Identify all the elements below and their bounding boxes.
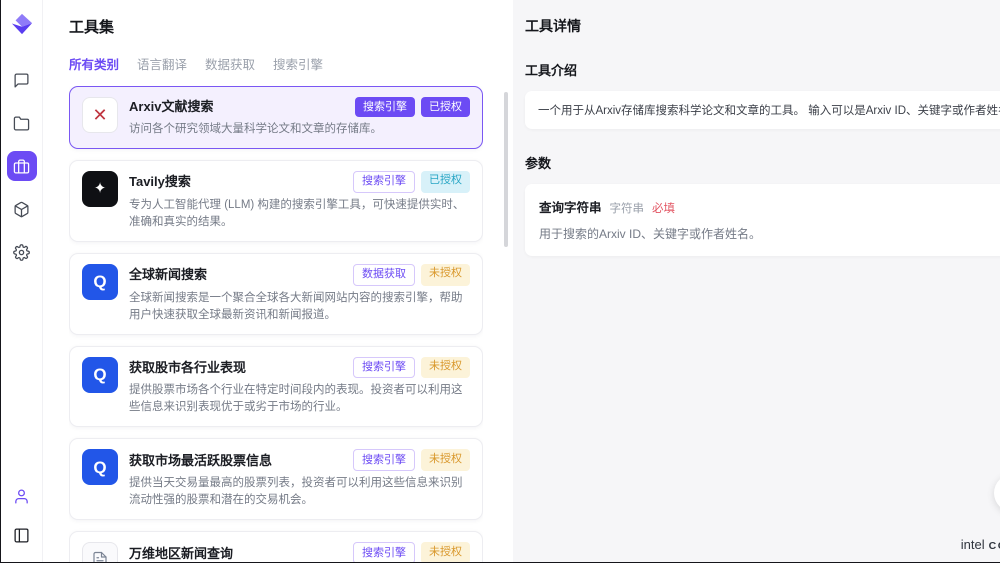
tools-panel-title: 工具集 — [69, 16, 483, 37]
intel-core-logo: intel CORE — [961, 537, 1000, 552]
category-tab-1[interactable]: 语言翻译 — [137, 54, 187, 73]
tool-intro-text: 一个用于从Arxiv存储库搜索科学论文和文章的工具。 输入可以是Arxiv ID… — [538, 105, 1000, 117]
user-icon[interactable] — [7, 481, 37, 511]
tool-description: 访问各个研究领域大量科学论文和文章的存储库。 — [129, 121, 470, 138]
param-name: 查询字符串 — [539, 197, 602, 216]
category-tabs: 所有类别语言翻译数据获取搜索引擎 — [69, 54, 483, 73]
app-window: 工具集 所有类别语言翻译数据获取搜索引擎 ✕ Arxiv文献搜索 搜索引擎 已授… — [0, 0, 1000, 563]
tool-card[interactable]: Q 全球新闻搜索 数据获取 未授权 全球新闻搜索是一个聚合全球各大新闻网站内容的… — [69, 253, 483, 335]
intel-text: intel — [961, 537, 985, 552]
tool-category-badge: 搜索引擎 — [353, 357, 415, 379]
intro-section-title: 工具介绍 — [525, 60, 1000, 79]
qlogo-icon: Q — [82, 357, 118, 393]
rail-top-icons — [7, 65, 37, 267]
tools-panel: 工具集 所有类别语言翻译数据获取搜索引擎 ✕ Arxiv文献搜索 搜索引擎 已授… — [43, 0, 513, 562]
app-logo-icon — [11, 13, 33, 35]
param-header: 查询字符串 字符串 必填 — [539, 197, 1000, 216]
settings-icon[interactable] — [7, 237, 37, 267]
core-text: CORE — [989, 540, 1000, 552]
tool-name: Arxiv文献搜索 — [129, 98, 214, 115]
param-description: 用于搜索的Arxiv ID、关键字或作者姓名。 — [539, 225, 1000, 242]
category-tab-0[interactable]: 所有类别 — [69, 54, 119, 73]
tool-card[interactable]: Q 获取市场最活跃股票信息 搜索引擎 未授权 提供当天交易量最高的股票列表，投资… — [69, 438, 483, 520]
tool-name: 全球新闻搜索 — [129, 266, 207, 283]
newsdoc-icon — [82, 542, 118, 562]
qlogo-icon: Q — [82, 264, 118, 300]
detail-panel-title: 工具详情 — [525, 16, 1000, 36]
tool-auth-badge: 未授权 — [421, 357, 470, 379]
tool-name: 获取股市各行业表现 — [129, 359, 246, 376]
tool-card[interactable]: Q 获取股市各行业表现 搜索引擎 未授权 提供股票市场各个行业在特定时间段内的表… — [69, 346, 483, 428]
tool-name: 万维地区新闻查询 — [129, 545, 233, 562]
param-card: 查询字符串 字符串 必填 用于搜索的Arxiv ID、关键字或作者姓名。 — [525, 184, 1000, 256]
rail-bottom-icons — [7, 481, 37, 550]
tool-auth-badge: 未授权 — [421, 542, 470, 562]
tool-description: 专为人工智能代理 (LLM) 构建的搜索引擎工具，可快速提供实时、准确和真实的结… — [129, 197, 470, 231]
params-section-title: 参数 — [525, 153, 1000, 172]
tool-card[interactable]: ✕ Arxiv文献搜索 搜索引擎 已授权 访问各个研究领域大量科学论文和文章的存… — [69, 86, 483, 149]
tool-name: 获取市场最活跃股票信息 — [129, 452, 272, 469]
tool-auth-badge: 已授权 — [421, 171, 470, 193]
tool-intro-card: 一个用于从Arxiv存储库搜索科学论文和文章的工具。 输入可以是Arxiv ID… — [525, 91, 1000, 129]
tavily-icon: ✦ — [82, 171, 118, 207]
folder-icon[interactable] — [7, 108, 37, 138]
tool-description: 提供当天交易量最高的股票列表，投资者可以利用这些信息来识别流动性强的股票和潜在的… — [129, 475, 470, 509]
tool-category-badge: 搜索引擎 — [353, 171, 415, 193]
nav-rail — [1, 0, 43, 562]
param-required-badge: 必填 — [652, 200, 675, 216]
box-icon[interactable] — [7, 194, 37, 224]
panel-icon[interactable] — [7, 520, 37, 550]
download-button[interactable] — [994, 474, 1000, 512]
category-tab-2[interactable]: 数据获取 — [205, 54, 255, 73]
tool-name: Tavily搜索 — [129, 173, 191, 190]
category-tab-3[interactable]: 搜索引擎 — [273, 54, 323, 73]
tool-auth-badge: 未授权 — [421, 264, 470, 286]
detail-panel: 工具详情 工具介绍 一个用于从Arxiv存储库搜索科学论文和文章的工具。 输入可… — [513, 0, 1000, 562]
tool-category-badge: 数据获取 — [353, 264, 415, 286]
tool-auth-badge: 已授权 — [421, 97, 470, 117]
tool-category-badge: 搜索引擎 — [353, 542, 415, 562]
tool-auth-badge: 未授权 — [421, 449, 470, 471]
tool-list: ✕ Arxiv文献搜索 搜索引擎 已授权 访问各个研究领域大量科学论文和文章的存… — [69, 86, 483, 562]
tool-card[interactable]: ✦ Tavily搜索 搜索引擎 已授权 专为人工智能代理 (LLM) 构建的搜索… — [69, 160, 483, 242]
param-type: 字符串 — [610, 200, 645, 216]
chat-icon[interactable] — [7, 65, 37, 95]
tool-description: 全球新闻搜索是一个聚合全球各大新闻网站内容的搜索引擎，帮助用户快速获取全球最新资… — [129, 290, 470, 324]
briefcase-icon[interactable] — [7, 151, 37, 181]
scrollbar-thumb[interactable] — [504, 92, 508, 247]
arxiv-icon: ✕ — [82, 97, 118, 133]
qlogo-icon: Q — [82, 449, 118, 485]
tool-description: 提供股票市场各个行业在特定时间段内的表现。投资者可以利用这些信息来识别表现优于或… — [129, 382, 470, 416]
tool-category-badge: 搜索引擎 — [355, 97, 415, 117]
tool-category-badge: 搜索引擎 — [353, 449, 415, 471]
tool-card[interactable]: 万维地区新闻查询 搜索引擎 未授权 查询具体行政区划内的新闻，快速了解各地新闻动… — [69, 531, 483, 562]
